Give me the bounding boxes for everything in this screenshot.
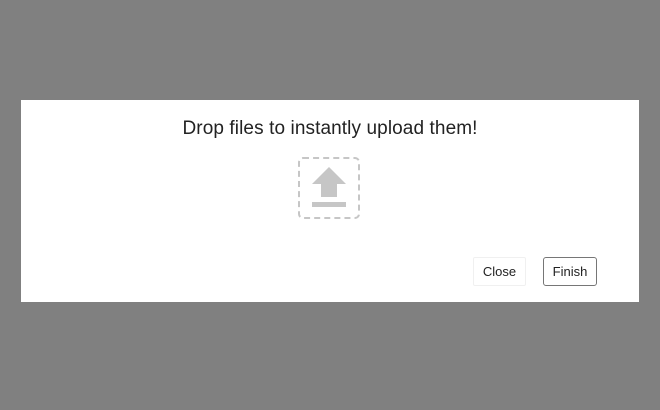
upload-dialog: Drop files to instantly upload them! Clo… — [21, 100, 639, 302]
modal-overlay: Drop files to instantly upload them! Clo… — [0, 0, 660, 410]
close-button[interactable]: Close — [473, 257, 526, 286]
dialog-title: Drop files to instantly upload them! — [182, 118, 478, 139]
upload-arrow-icon — [312, 167, 346, 207]
finish-button[interactable]: Finish — [543, 257, 597, 286]
drop-zone[interactable] — [298, 157, 360, 219]
